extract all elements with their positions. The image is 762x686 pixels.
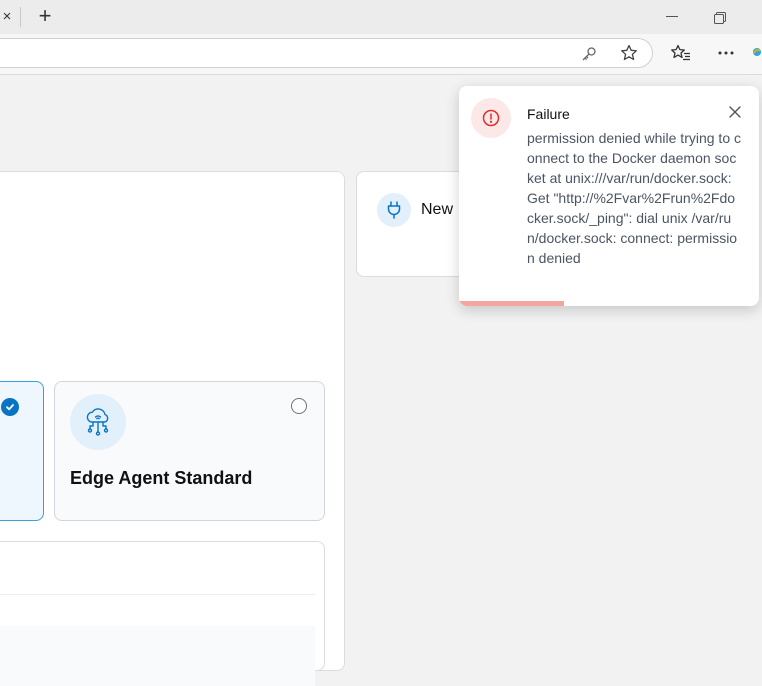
toast-progress-bar: [459, 301, 564, 306]
toast-title: Failure: [527, 106, 570, 122]
divider: [0, 594, 315, 595]
browser-toolbar: [0, 34, 762, 75]
toast-message: permission denied while trying to connec…: [527, 130, 741, 266]
alert-circle-icon: [471, 98, 511, 138]
plug-icon: [377, 193, 411, 227]
restore-icon[interactable]: [714, 11, 726, 24]
error-toast: Failure permission denied while trying t…: [459, 86, 759, 306]
radio-button[interactable]: [291, 398, 307, 414]
agent-option-edge-standard[interactable]: Edge Agent Standard: [54, 381, 325, 521]
key-icon[interactable]: [579, 44, 599, 64]
address-bar[interactable]: [0, 38, 653, 68]
favorites-icon[interactable]: [671, 43, 691, 63]
tab-separator: [20, 7, 21, 27]
minimize-icon[interactable]: [666, 16, 678, 17]
star-icon[interactable]: [619, 43, 639, 63]
agent-option-selected[interactable]: [0, 381, 44, 521]
browser-tab-bar: × +: [0, 0, 762, 34]
checkmark-icon: [1, 398, 19, 416]
configuration-content-area: [0, 626, 315, 686]
tab-close-icon[interactable]: ×: [0, 9, 14, 25]
new-tab-button[interactable]: +: [34, 5, 56, 28]
configuration-card: [0, 541, 325, 686]
copilot-icon[interactable]: [752, 42, 762, 62]
close-icon[interactable]: [727, 104, 743, 120]
new-environment-label: New: [421, 201, 454, 218]
cloud-network-icon: [70, 394, 126, 450]
more-icon[interactable]: [716, 43, 736, 63]
agent-option-title: Edge Agent Standard: [70, 468, 253, 488]
